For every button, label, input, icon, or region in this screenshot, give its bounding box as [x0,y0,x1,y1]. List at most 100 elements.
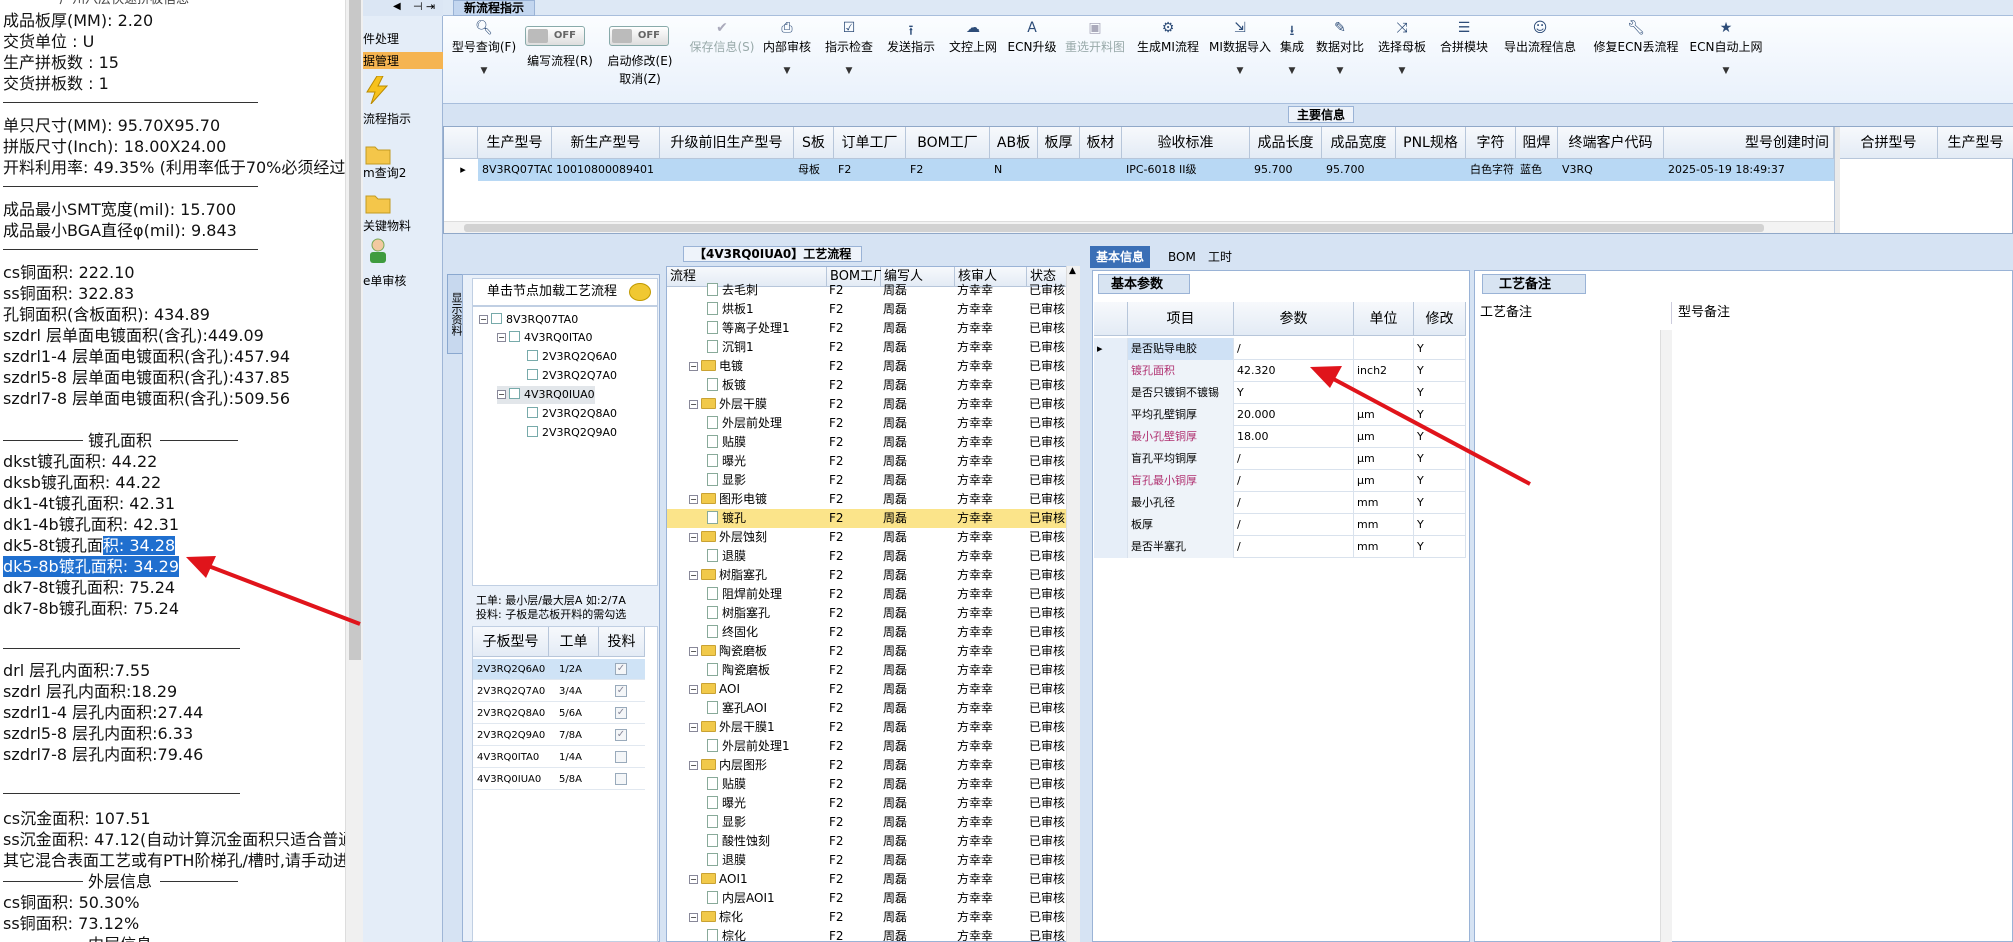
flow-step-row[interactable]: 显影 F2 周磊 方幸幸 已审核 [667,471,1079,490]
col-header[interactable]: 生产型号 [1938,127,2013,159]
cell[interactable] [1080,159,1122,181]
param-row[interactable]: 镀孔面积 42.320 inch2 Y [1094,360,1466,382]
table-row[interactable]: 4V3RQ0IUA0 5/8A [473,769,645,790]
flow-step-row[interactable]: 内层AOI1 F2 周磊 方幸幸 已审核 [667,889,1079,908]
param-row[interactable]: 是否只镀铜不镀锡 Y Y [1094,382,1466,404]
info-line-selected[interactable]: dk5-8t镀孔面积: 34.28 [3,535,176,556]
cell[interactable]: 8V3RQ07TA0 [478,159,552,181]
col-header[interactable]: 验收标准 [1122,127,1250,159]
flow-group-row[interactable]: − AOI F2 周磊 方幸幸 已审核 [667,680,1079,699]
cancel-label[interactable]: 取消(Z) [603,70,677,88]
cell[interactable]: IPC-6018 II级 [1122,159,1250,181]
flow-group-row[interactable]: − 电镀 F2 周磊 方幸幸 已审核 [667,357,1079,376]
export-flow-info-button[interactable]: ☺ 导出流程信息 [1497,20,1583,56]
table-row[interactable]: 2V3RQ2Q8A0 5/6A ✓ [473,703,645,724]
chevron-down-icon[interactable]: ▼ [1689,66,1763,76]
flow-scrollbar[interactable]: ▲ [1066,266,1080,942]
nav-item-process[interactable]: 件处理 [363,30,399,47]
flow-group-row[interactable]: − 图形电镀 F2 周磊 方幸幸 已审核 [667,490,1079,509]
cell[interactable]: N [990,159,1038,181]
flow-group-row[interactable]: − 外层干膜1 F2 周磊 方幸幸 已审核 [667,718,1079,737]
ecn-upgrade-button[interactable]: A ECN升级 [1007,20,1057,56]
reselect-cut-image-button[interactable]: ▣ 重选开料图 [1063,20,1127,56]
flow-step-row[interactable]: 等离子处理1 F2 周磊 方幸幸 已审核 [667,319,1079,338]
tree-node[interactable]: 2V3RQ2Q6A0 [527,348,617,366]
integrate-button[interactable]: ⭳ 集成 ▼ [1277,20,1307,76]
chevron-down-icon[interactable]: ▼ [1313,66,1367,76]
select-mother-board-button[interactable]: ⤨ 选择母板 ▼ [1375,20,1429,76]
info-line-selected[interactable]: dk5-8b镀孔面积: 34.29 [3,556,179,577]
checkbox[interactable] [615,751,627,763]
col-header[interactable]: 成品长度 [1250,127,1322,159]
tree-node[interactable]: −4V3RQ0ITA0 [497,329,592,347]
tree-node-selected[interactable]: −4V3RQ0IUA0 [497,386,595,404]
param-value-cell[interactable]: / [1234,514,1354,536]
param-row[interactable]: 最小孔径 / mm Y [1094,492,1466,514]
flow-group-row[interactable]: − 陶瓷磨板 F2 周磊 方幸幸 已审核 [667,642,1079,661]
grid-splitter[interactable] [1834,127,1840,233]
send-instruction-button[interactable]: ⭱ 发送指示 [885,20,937,56]
col-header[interactable]: PNL规格 [1396,127,1466,159]
collapse-icon[interactable]: − [689,495,698,504]
param-value-cell[interactable]: 20.000 [1234,404,1354,426]
checkbox[interactable]: ✓ [615,663,627,675]
collapse-icon[interactable]: − [689,571,698,580]
cell[interactable]: 蓝色 [1516,159,1558,181]
flow-step-row[interactable]: 曝光 F2 周磊 方幸幸 已审核 [667,794,1079,813]
param-row[interactable]: 板厚 / mm Y [1094,514,1466,536]
scroll-thumb[interactable] [464,224,1764,232]
collapse-icon[interactable]: − [689,647,698,656]
flow-step-row[interactable]: 陶瓷磨板 F2 周磊 方幸幸 已审核 [667,661,1079,680]
collapse-icon[interactable]: − [689,913,698,922]
checkbox[interactable] [615,773,627,785]
flow-step-row[interactable]: 退膜 F2 周磊 方幸幸 已审核 [667,851,1079,870]
cell[interactable]: 95.700 [1322,159,1396,181]
col-header[interactable]: 字符 [1466,127,1516,159]
param-value-cell[interactable]: / [1234,338,1354,360]
window-tab[interactable]: 新流程指示 [453,0,536,16]
tab-basic-info[interactable]: 基本信息 [1090,246,1151,268]
param-value-cell[interactable]: / [1234,448,1354,470]
cell[interactable]: 2025-05-19 18:49:37 [1664,159,1834,181]
scroll-thumb[interactable] [349,0,361,660]
col-header[interactable]: 订单工厂 [834,127,906,159]
flow-step-row[interactable]: 贴膜 F2 周磊 方幸幸 已审核 [667,433,1079,452]
col-header[interactable]: 升级前旧生产型号 [660,127,794,159]
nav-item-query[interactable]: m查询2 [363,164,406,181]
param-row[interactable]: 平均孔壁铜厚 20.000 μm Y [1094,404,1466,426]
table-row[interactable]: 2V3RQ2Q7A0 3/4A ✓ [473,681,645,702]
collapse-icon[interactable]: − [689,362,698,371]
flow-step-row[interactable]: 棕化 F2 周磊 方幸幸 已审核 [667,927,1079,941]
collapse-icon[interactable]: − [689,685,698,694]
cell[interactable] [1038,159,1080,181]
col-header[interactable]: BOM工厂 [906,127,990,159]
flow-group-row[interactable]: − 树脂塞孔 F2 周磊 方幸幸 已审核 [667,566,1079,585]
checkbox[interactable]: ✓ [615,685,627,697]
col-header[interactable]: 子板型号 [473,627,549,657]
flow-step-row[interactable]: 树脂塞孔 F2 周磊 方幸幸 已审核 [667,604,1079,623]
collapse-icon[interactable]: − [689,533,698,542]
chevron-down-icon[interactable]: ▼ [1277,66,1307,76]
mi-data-import-button[interactable]: ⇲ MI数据导入 ▼ [1207,20,1273,76]
arrow-left-icon[interactable]: ◀ [393,1,401,12]
flow-step-row[interactable]: 外层前处理 F2 周磊 方幸幸 已审核 [667,414,1079,433]
nav-item-review[interactable]: e单审核 [363,272,406,289]
table-row[interactable]: 2V3RQ2Q6A0 1/2A ✓ [473,659,645,680]
note-column[interactable]: 工艺备注 [1476,302,1672,324]
table-row[interactable]: 4V3RQ0ITA0 1/4A [473,747,645,768]
param-value-cell[interactable]: 18.00 [1234,426,1354,448]
tree-node[interactable]: 2V3RQ2Q7A0 [527,367,617,385]
collapse-icon[interactable]: − [689,875,698,884]
col-header[interactable]: 投料 [599,627,645,657]
col-header[interactable]: AB板 [990,127,1038,159]
param-row[interactable]: 是否半塞孔 / mm Y [1094,536,1466,558]
fix-ecn-flow-button[interactable]: 🔧︎ 修复ECN丢流程 [1589,20,1683,56]
param-row[interactable]: ▸ 是否贴导电胶 / Y [1094,338,1466,360]
save-info-button[interactable]: ✔ 保存信息(S) [689,20,755,56]
chevron-down-icon[interactable]: ▼ [449,66,519,76]
flow-step-row[interactable]: 外层前处理1 F2 周磊 方幸幸 已审核 [667,737,1079,756]
nav-item-data-manage[interactable]: 据管理 [363,52,443,69]
comment-icon[interactable] [629,283,651,301]
left-panel-scrollbar[interactable] [345,0,363,942]
checkbox[interactable]: ✓ [615,729,627,741]
